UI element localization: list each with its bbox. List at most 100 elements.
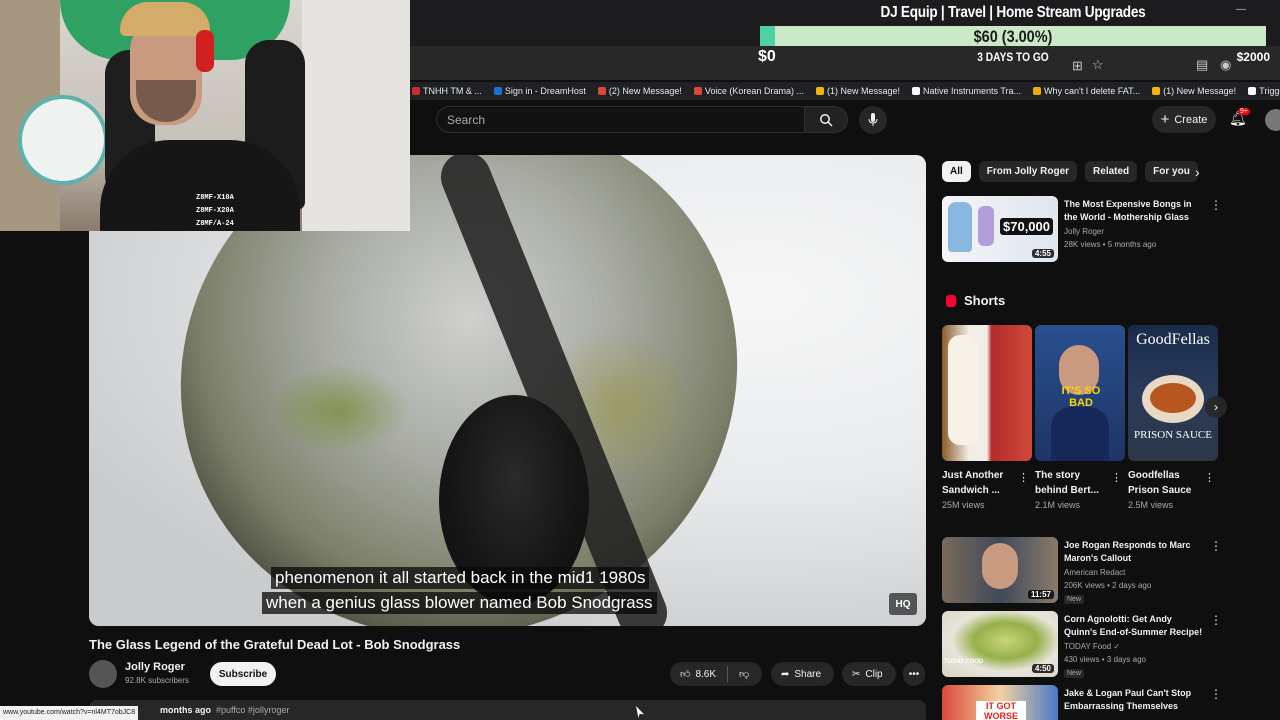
subscribe-button[interactable]: Subscribe xyxy=(210,662,276,686)
quality-badge[interactable]: HQ xyxy=(889,593,917,615)
recommended-video[interactable]: TODAY FOOD 4:50 Corn Agnolotti: Get Andy… xyxy=(942,611,1222,681)
filter-chip[interactable]: All xyxy=(942,161,971,182)
bookmark-favicon-icon xyxy=(597,87,606,95)
goal-title: DJ Equip | Travel | Home Stream Upgrades xyxy=(880,4,1146,21)
caption-line: phenomenon it all started back in the mi… xyxy=(271,567,650,589)
dislike-button[interactable]: 👎︎ xyxy=(739,668,749,680)
goal-progress-fill xyxy=(760,26,776,46)
video-thumbnail[interactable]: TODAY FOOD 4:50 xyxy=(942,611,1058,677)
more-vertical-icon[interactable]: ⋮ xyxy=(1204,471,1215,484)
description-box[interactable]: months ago #puffco #jollyroger xyxy=(89,700,926,720)
channel-name[interactable]: Jolly Roger xyxy=(1064,227,1104,236)
bookmark-item[interactable]: Why can't I delete FAT... xyxy=(1033,86,1140,96)
video-title[interactable]: Jake & Logan Paul Can't Stop Embarrassin… xyxy=(1064,687,1204,713)
thumbnail-text: $70,000 xyxy=(1000,218,1053,235)
like-count: 8.6K xyxy=(695,668,717,680)
short-thumbnail[interactable] xyxy=(942,325,1032,461)
video-thumbnail[interactable]: 11:57 xyxy=(942,537,1058,603)
bookmark-label: (2) New Message! xyxy=(608,86,682,96)
bookmark-item[interactable]: (1) New Message! xyxy=(815,86,900,96)
hashtags[interactable]: #puffco #jollyroger xyxy=(216,705,289,715)
channel-name[interactable]: American Redact xyxy=(1064,568,1125,577)
shirt-text: Z8MF-X10A Z8MF-X20A Z8MF/A-24 xyxy=(196,194,234,228)
bookmark-item[interactable]: Voice (Korean Drama) ... xyxy=(693,86,804,96)
clip-label: Clip xyxy=(865,668,883,680)
recommended-video[interactable]: $70,000 4:55 The Most Expensive Bongs in… xyxy=(942,196,1222,266)
like-button[interactable]: 👍︎ 8.6K xyxy=(680,668,717,681)
share-label: Share xyxy=(794,668,822,680)
bookmark-favicon-icon xyxy=(1152,87,1161,95)
more-vertical-icon[interactable]: ⋮ xyxy=(1210,613,1222,627)
video-meta: 28K views • 5 months ago xyxy=(1064,240,1157,249)
short-title: Just Another Sandwich ... xyxy=(942,470,1004,496)
more-vertical-icon[interactable]: ⋮ xyxy=(1210,687,1222,701)
video-title[interactable]: Corn Agnolotti: Get Andy Quinn's End-of-… xyxy=(1064,613,1204,639)
video-thumbnail[interactable]: $70,000 4:55 xyxy=(942,196,1058,262)
search-input[interactable]: Search xyxy=(436,106,804,133)
more-vertical-icon[interactable]: ⋮ xyxy=(1210,539,1222,553)
video-title[interactable]: Joe Rogan Responds to Marc Maron's Callo… xyxy=(1064,539,1204,565)
more-horizontal-icon: ••• xyxy=(908,668,920,680)
channel-avatar[interactable] xyxy=(89,660,117,688)
video-thumbnail[interactable]: IT GOT WORSE xyxy=(942,685,1058,720)
bookmark-label: (1) New Message! xyxy=(826,86,900,96)
search-button[interactable] xyxy=(804,106,848,133)
more-vertical-icon[interactable]: ⋮ xyxy=(1210,198,1222,212)
divider xyxy=(727,666,729,682)
thumbnail-text: PRISON SAUCE xyxy=(1134,429,1212,441)
caption-line: when a genius glass blower named Bob Sno… xyxy=(262,592,657,614)
voice-search-button[interactable] xyxy=(859,106,887,134)
create-button[interactable]: + Create xyxy=(1152,106,1216,133)
chevron-right-icon[interactable]: › xyxy=(1195,164,1200,180)
bookmark-label: Why can't I delete FAT... xyxy=(1044,86,1141,96)
thumbnail-text: IT GOT WORSE xyxy=(976,701,1026,720)
thumbnail-text: TODAY FOOD xyxy=(944,659,984,665)
search-placeholder: Search xyxy=(447,113,486,127)
goal-max: $2000 xyxy=(1236,50,1270,64)
scissors-icon: ✂ xyxy=(852,668,861,680)
streamer-cap xyxy=(120,2,210,36)
clip-button[interactable]: ✂ Clip xyxy=(842,662,896,686)
short-thumbnail[interactable]: GoodFellas PRISON SAUCE xyxy=(1128,325,1218,461)
channel-name[interactable]: TODAY Food ✓ xyxy=(1064,642,1120,651)
filter-chips: All From Jolly Roger Related For you xyxy=(942,161,1198,182)
bookmark-item[interactable]: (2) New Message! xyxy=(597,86,682,96)
filter-chip[interactable]: For you xyxy=(1145,161,1198,182)
video-title[interactable]: The Most Expensive Bongs in the World - … xyxy=(1064,198,1204,224)
bookmark-item[interactable]: (1) New Message! xyxy=(1152,86,1236,96)
short-thumbnail[interactable]: IT'S SO BAD xyxy=(1035,325,1125,461)
subscriber-count: 92.8K subscribers xyxy=(125,676,190,685)
recommended-video[interactable]: 11:57 Joe Rogan Responds to Marc Maron's… xyxy=(942,537,1222,607)
thumbnail-text: GoodFellas xyxy=(1136,331,1210,348)
video-meta: 430 views • 3 days ago xyxy=(1064,655,1146,664)
bookmark-item[interactable]: TNHH TM & ... xyxy=(412,86,482,96)
bookmark-label: (1) New Message! xyxy=(1163,86,1237,96)
short-item[interactable]: GoodFellas PRISON SAUCE Goodfellas Priso… xyxy=(1128,325,1218,510)
short-item[interactable]: Just Another Sandwich ... 25M views ⋮ xyxy=(942,325,1032,510)
short-item[interactable]: IT'S SO BAD The story behind Bert... 2.1… xyxy=(1035,325,1125,510)
user-avatar[interactable] xyxy=(1265,109,1280,131)
bookmark-label: Sign in - DreamHost xyxy=(504,86,586,96)
more-vertical-icon[interactable]: ⋮ xyxy=(1018,471,1029,484)
video-meta: 206K views • 2 days ago xyxy=(1064,581,1152,590)
bookmark-label: Native Instruments Tra... xyxy=(922,86,1022,96)
bookmark-item[interactable]: Sign in - DreamHost xyxy=(493,86,586,96)
goal-days-left: 3 DAYS TO GO xyxy=(977,50,1049,64)
share-button[interactable]: ➦ Share xyxy=(771,662,834,686)
filter-chip[interactable]: From Jolly Roger xyxy=(978,161,1078,182)
video-duration: 4:55 xyxy=(1031,249,1054,258)
more-vertical-icon[interactable]: ⋮ xyxy=(1111,471,1122,484)
short-views: 25M views xyxy=(942,500,985,510)
chevron-right-icon[interactable]: › xyxy=(1205,396,1227,418)
like-dislike-group: 👍︎ 8.6K 👎︎ xyxy=(670,662,762,686)
recommended-video[interactable]: IT GOT WORSE Jake & Logan Paul Can't Sto… xyxy=(942,685,1222,720)
bookmark-item[interactable]: Trigger Boxing xyxy=(1248,86,1280,96)
filter-chip[interactable]: Related xyxy=(1085,161,1138,182)
more-actions-button[interactable]: ••• xyxy=(903,662,925,686)
status-bar-url: www.youtube.com/watch?v=nl4MT7obJC8 xyxy=(0,706,139,720)
bookmark-item[interactable]: Native Instruments Tra... xyxy=(911,86,1022,96)
plus-icon: + xyxy=(1160,111,1170,128)
microphone-icon xyxy=(868,113,878,126)
shorts-heading: Shorts xyxy=(946,293,1005,308)
channel-name[interactable]: Jolly Roger xyxy=(125,661,185,673)
